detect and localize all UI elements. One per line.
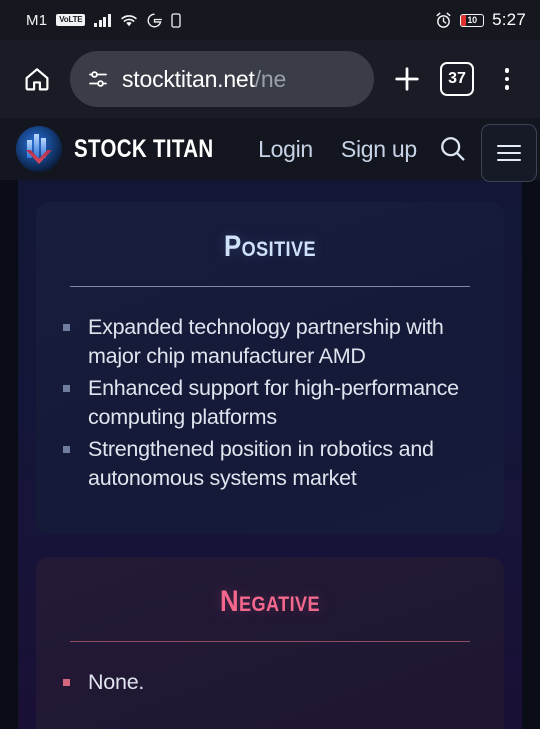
status-bar: M1 VoLTE 10 5:27 xyxy=(0,0,540,40)
url-path: /ne xyxy=(254,65,287,92)
google-g-icon xyxy=(147,13,162,28)
positive-points-list: Expanded technology partnership with maj… xyxy=(60,313,474,493)
home-icon[interactable] xyxy=(14,56,60,102)
list-item: Expanded technology partnership with maj… xyxy=(60,313,474,371)
article-body: • • • • • Positive Expanded technology p… xyxy=(18,180,522,729)
search-icon[interactable] xyxy=(431,127,475,171)
clipped-heading: • • • • • xyxy=(18,180,522,182)
sim-card-icon xyxy=(171,12,181,28)
site-settings-icon[interactable] xyxy=(86,67,110,91)
alarm-clock-icon xyxy=(435,12,452,29)
negative-card-title: Negative xyxy=(219,585,321,618)
signup-link[interactable]: Sign up xyxy=(327,136,431,163)
phone-screen: M1 VoLTE 10 5:27 stocktitan.net/ne 37 ST… xyxy=(0,0,540,729)
status-bar-clock: 5:27 xyxy=(492,10,526,29)
status-bar-left: M1 VoLTE xyxy=(26,12,181,29)
volte-badge: VoLTE xyxy=(56,14,86,26)
list-item: Strengthened position in robotics and au… xyxy=(60,435,474,493)
new-tab-button[interactable] xyxy=(384,56,430,102)
battery-level: 10 xyxy=(467,15,477,25)
wifi-icon xyxy=(120,13,138,27)
list-item: None. xyxy=(60,668,474,697)
positive-card: Positive Expanded technology partnership… xyxy=(36,202,504,534)
signal-bars-icon xyxy=(94,13,111,27)
hamburger-menu-button[interactable] xyxy=(480,124,537,182)
clipped-heading-text: • • • • • xyxy=(240,180,301,182)
login-link[interactable]: Login xyxy=(244,136,327,163)
status-bar-right: 10 5:27 xyxy=(435,10,526,30)
carrier-label: M1 xyxy=(26,11,48,29)
battery-icon: 10 xyxy=(460,13,485,27)
site-nav: Login Sign up xyxy=(244,120,540,182)
negative-card-divider xyxy=(70,641,470,642)
tab-switcher-button[interactable]: 37 xyxy=(434,56,480,102)
list-item: Enhanced support for high-performance co… xyxy=(60,374,474,432)
url-bar[interactable]: stocktitan.net/ne xyxy=(70,51,374,107)
browser-menu-button[interactable] xyxy=(484,56,530,102)
site-brand-title[interactable]: STOCK TITAN xyxy=(74,135,214,164)
url-text[interactable]: stocktitan.net/ne xyxy=(122,66,286,93)
positive-card-title: Positive xyxy=(224,230,316,263)
negative-card: Negative None. xyxy=(36,557,504,729)
browser-toolbar: stocktitan.net/ne 37 xyxy=(0,40,540,118)
url-host: stocktitan.net xyxy=(122,65,255,92)
page-content: • • • • • Positive Expanded technology p… xyxy=(0,180,540,729)
more-vertical-icon xyxy=(504,68,510,90)
stock-titan-logo-icon[interactable] xyxy=(16,126,62,172)
positive-card-divider xyxy=(70,286,470,287)
tab-count-badge: 37 xyxy=(440,62,474,96)
negative-points-list: None. xyxy=(60,668,474,697)
site-header: STOCK TITAN Login Sign up xyxy=(0,118,540,182)
